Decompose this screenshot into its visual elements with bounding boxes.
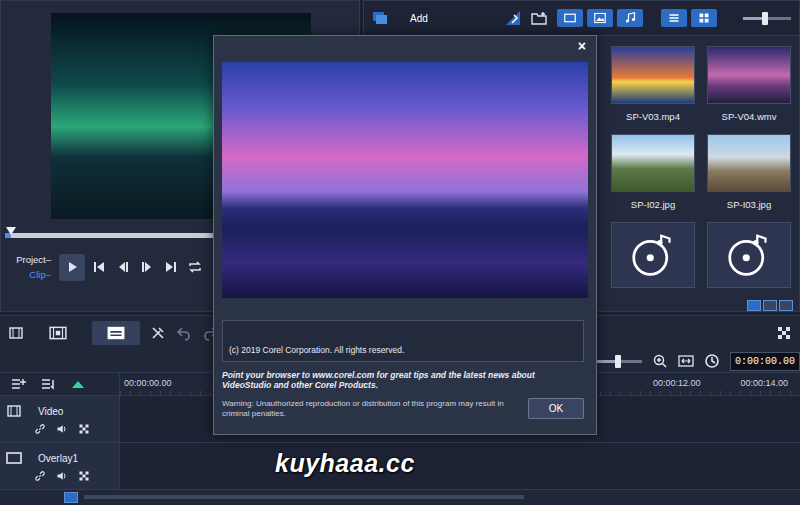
image-thumbnail (707, 134, 791, 192)
video-filter-icon[interactable] (557, 9, 583, 27)
volume-icon[interactable] (56, 470, 68, 482)
view-button[interactable] (763, 300, 777, 311)
track-label: Overlay1 (38, 451, 78, 466)
item-label: SP-I02.jpg (631, 198, 675, 212)
add-label: Add (410, 11, 428, 26)
track-label: Video (38, 404, 63, 419)
repeat-icon[interactable] (185, 254, 205, 281)
copyright-text: (c) 2019 Corel Corporation. All rights r… (229, 344, 404, 357)
close-button[interactable]: × (576, 39, 588, 53)
ruler-label: 00:00:12.00 (653, 377, 701, 391)
photo-filter-icon[interactable] (587, 9, 613, 27)
library-item[interactable]: SP-I02.jpg (611, 134, 695, 218)
grid-icon[interactable] (78, 423, 90, 435)
track-type-icon (6, 450, 22, 466)
film-icon[interactable] (8, 325, 24, 341)
video-thumbnail (611, 46, 695, 104)
link-icon[interactable] (34, 423, 46, 435)
zoom-slider[interactable] (594, 360, 642, 363)
info-box: (c) 2019 Corel Corporation. All rights r… (222, 320, 584, 362)
add-marker-icon[interactable] (70, 376, 86, 392)
timecode-field[interactable]: 0:00:00.00 (730, 352, 800, 371)
tip-text: Point your browser to www.corel.com for … (222, 370, 584, 390)
scrubber-handle[interactable] (6, 227, 16, 235)
add-button[interactable]: Add (398, 7, 436, 29)
storyboard-icon (106, 324, 126, 342)
record-icon[interactable] (776, 325, 792, 341)
track-lane[interactable] (120, 443, 800, 489)
library-item[interactable] (707, 222, 791, 306)
mode-toggle[interactable]: Project– (9, 252, 51, 267)
home-icon[interactable] (89, 254, 109, 281)
audio-icon (611, 222, 695, 288)
next-frame-icon[interactable] (137, 254, 157, 281)
play-icon[interactable] (59, 254, 85, 281)
clock-icon[interactable] (704, 353, 720, 369)
grid-view-icon[interactable] (691, 9, 717, 27)
track-type-icon (6, 403, 22, 419)
track-manager-icon[interactable] (10, 376, 26, 392)
pin-icon[interactable] (505, 10, 521, 26)
timeline-scrollbar[interactable] (84, 495, 524, 499)
video-thumbnail (707, 46, 791, 104)
volume-icon[interactable] (56, 423, 68, 435)
thumbnail-size-slider[interactable] (743, 17, 791, 20)
view-mode-button[interactable] (92, 321, 140, 345)
zoom-icon[interactable] (652, 353, 668, 369)
list-view-icon[interactable] (661, 9, 687, 27)
view-mode-button[interactable] (34, 321, 82, 345)
view-button[interactable] (747, 300, 761, 311)
item-label: SP-V03.mp4 (626, 110, 680, 124)
library-item[interactable] (611, 222, 695, 306)
view-button[interactable] (779, 300, 793, 311)
item-label: SP-V04.wmv (722, 110, 777, 124)
scrubber-track[interactable] (5, 233, 217, 238)
slider-knob[interactable] (762, 12, 768, 25)
end-icon[interactable] (161, 254, 181, 281)
add-folder-icon[interactable] (531, 10, 547, 26)
ok-button[interactable]: OK (528, 398, 584, 419)
splash-image (222, 62, 588, 298)
library-icon[interactable] (372, 10, 388, 26)
undo-icon[interactable] (176, 325, 192, 341)
library-item[interactable]: SP-V04.wmv (707, 46, 791, 130)
audio-icon (707, 222, 791, 288)
track-sort-icon[interactable] (40, 376, 56, 392)
timeline-icon (48, 324, 68, 342)
previous-frame-icon[interactable] (113, 254, 133, 281)
tools-icon[interactable] (150, 325, 166, 341)
scroll-button[interactable] (64, 492, 78, 503)
link-icon[interactable] (34, 470, 46, 482)
library-item[interactable]: SP-V03.mp4 (611, 46, 695, 130)
slider-knob[interactable] (615, 355, 621, 368)
mode-toggle[interactable]: Clip– (9, 267, 51, 282)
watermark: kuyhaaa.cc (275, 445, 415, 483)
warning-text: Warning: Unauthorized reproduction or di… (222, 399, 516, 419)
item-label: SP-I03.jpg (727, 198, 771, 212)
about-dialog: × (c) 2019 Corel Corporation. All rights … (213, 35, 597, 435)
fit-icon[interactable] (678, 353, 694, 369)
grid-icon[interactable] (78, 470, 90, 482)
image-thumbnail (611, 134, 695, 192)
ruler-label: 00:00:14.00 (740, 377, 788, 391)
music-filter-icon[interactable] (617, 9, 643, 27)
ruler-label: 00:00:00.00 (124, 377, 172, 391)
library-item[interactable]: SP-I03.jpg (707, 134, 791, 218)
